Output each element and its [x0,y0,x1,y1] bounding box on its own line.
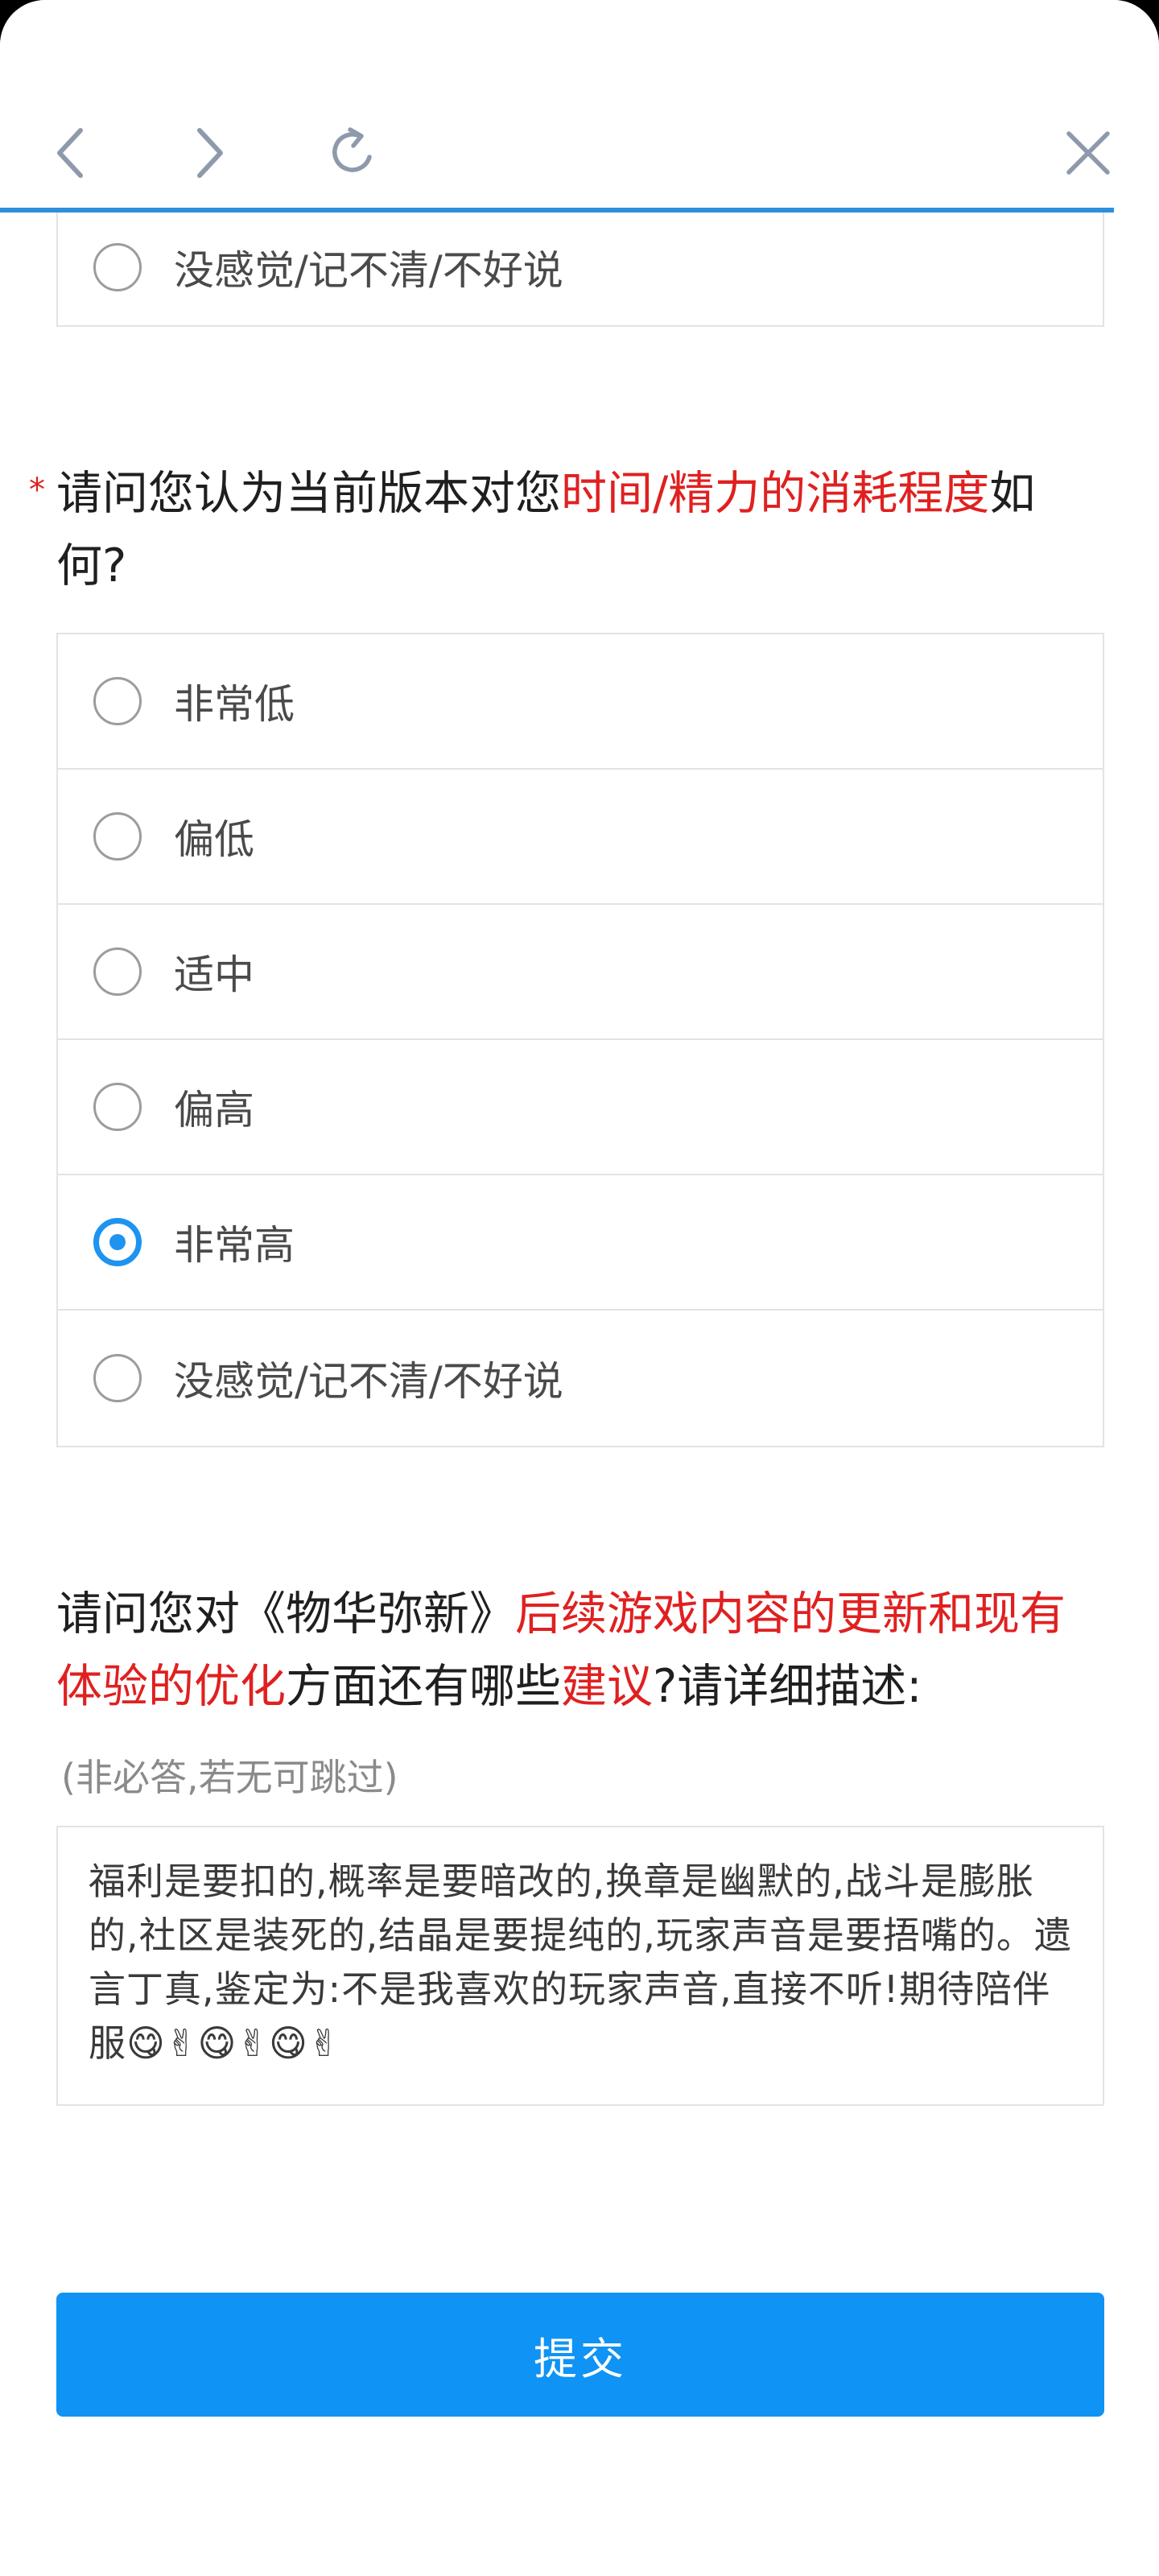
option-row[interactable]: 适中 [58,905,1103,1040]
radio-button[interactable] [93,677,142,725]
option-label: 没感觉/记不清/不好说 [174,247,563,294]
refresh-icon [332,127,372,172]
refresh-button[interactable] [319,119,386,187]
question-text: 请问您认为当前版本对您 [56,467,561,520]
option-label: 偏低 [174,816,254,863]
radio-button-checked[interactable] [93,1218,142,1266]
option-label: 非常低 [174,681,295,728]
forward-button[interactable] [175,119,243,187]
question-text: 请问您对《物华弥新》 [56,1587,515,1641]
survey-screen: 没感觉/记不清/不好说 * 请问您认为当前版本对您时间/精力的消耗程度如何? 非… [0,0,1159,2576]
option-row[interactable]: 非常低 [58,634,1103,770]
option-label: 没感觉/记不清/不好说 [174,1358,563,1405]
time-consumption-options: 非常低偏低适中偏高非常高没感觉/记不清/不好说 [56,633,1104,1447]
close-icon [1066,131,1110,175]
option-label: 偏高 [174,1087,254,1133]
page-load-progress [0,208,1114,213]
radio-button[interactable] [93,243,142,291]
radio-button[interactable] [93,1083,142,1131]
question-suggestions: 请问您对《物华弥新》后续游戏内容的更新和现有体验的优化方面还有哪些建议?请详细描… [56,1578,1103,1723]
browser-toolbar [0,0,1159,213]
question-time-consumption: 请问您认为当前版本对您时间/精力的消耗程度如何? [56,457,1103,602]
option-label: 适中 [174,952,254,998]
prev-question-options: 没感觉/记不清/不好说 [56,211,1104,327]
radio-button[interactable] [93,1354,142,1402]
radio-button[interactable] [93,947,142,996]
question-highlight-suggest: 建议 [561,1660,653,1713]
option-row[interactable]: 偏高 [58,1040,1103,1175]
radio-button[interactable] [93,812,142,861]
back-button[interactable] [37,119,105,187]
submit-button[interactable]: 提交 [56,2293,1104,2417]
option-label: 非常高 [174,1222,295,1269]
question-highlight: 时间/精力的消耗程度 [561,467,990,520]
chevron-left-icon [57,128,83,178]
prev-option-row[interactable]: 没感觉/记不清/不好说 [58,211,1103,324]
close-button[interactable] [1054,119,1122,187]
question-text-mid: 方面还有哪些 [286,1660,561,1713]
chevron-right-icon [197,128,223,178]
suggestion-textarea[interactable]: 福利是要扣的,概率是要暗改的,换章是幽默的,战斗是膨胀的,社区是装死的,结晶是要… [56,1826,1104,2106]
question-text-end: ?请详细描述: [653,1660,922,1713]
option-row[interactable]: 非常高 [58,1175,1103,1311]
required-mark: * [29,472,45,509]
optional-hint: (非必答,若无可跳过) [61,1756,398,1799]
option-row[interactable]: 偏低 [58,770,1103,905]
option-row[interactable]: 没感觉/记不清/不好说 [58,1311,1103,1446]
